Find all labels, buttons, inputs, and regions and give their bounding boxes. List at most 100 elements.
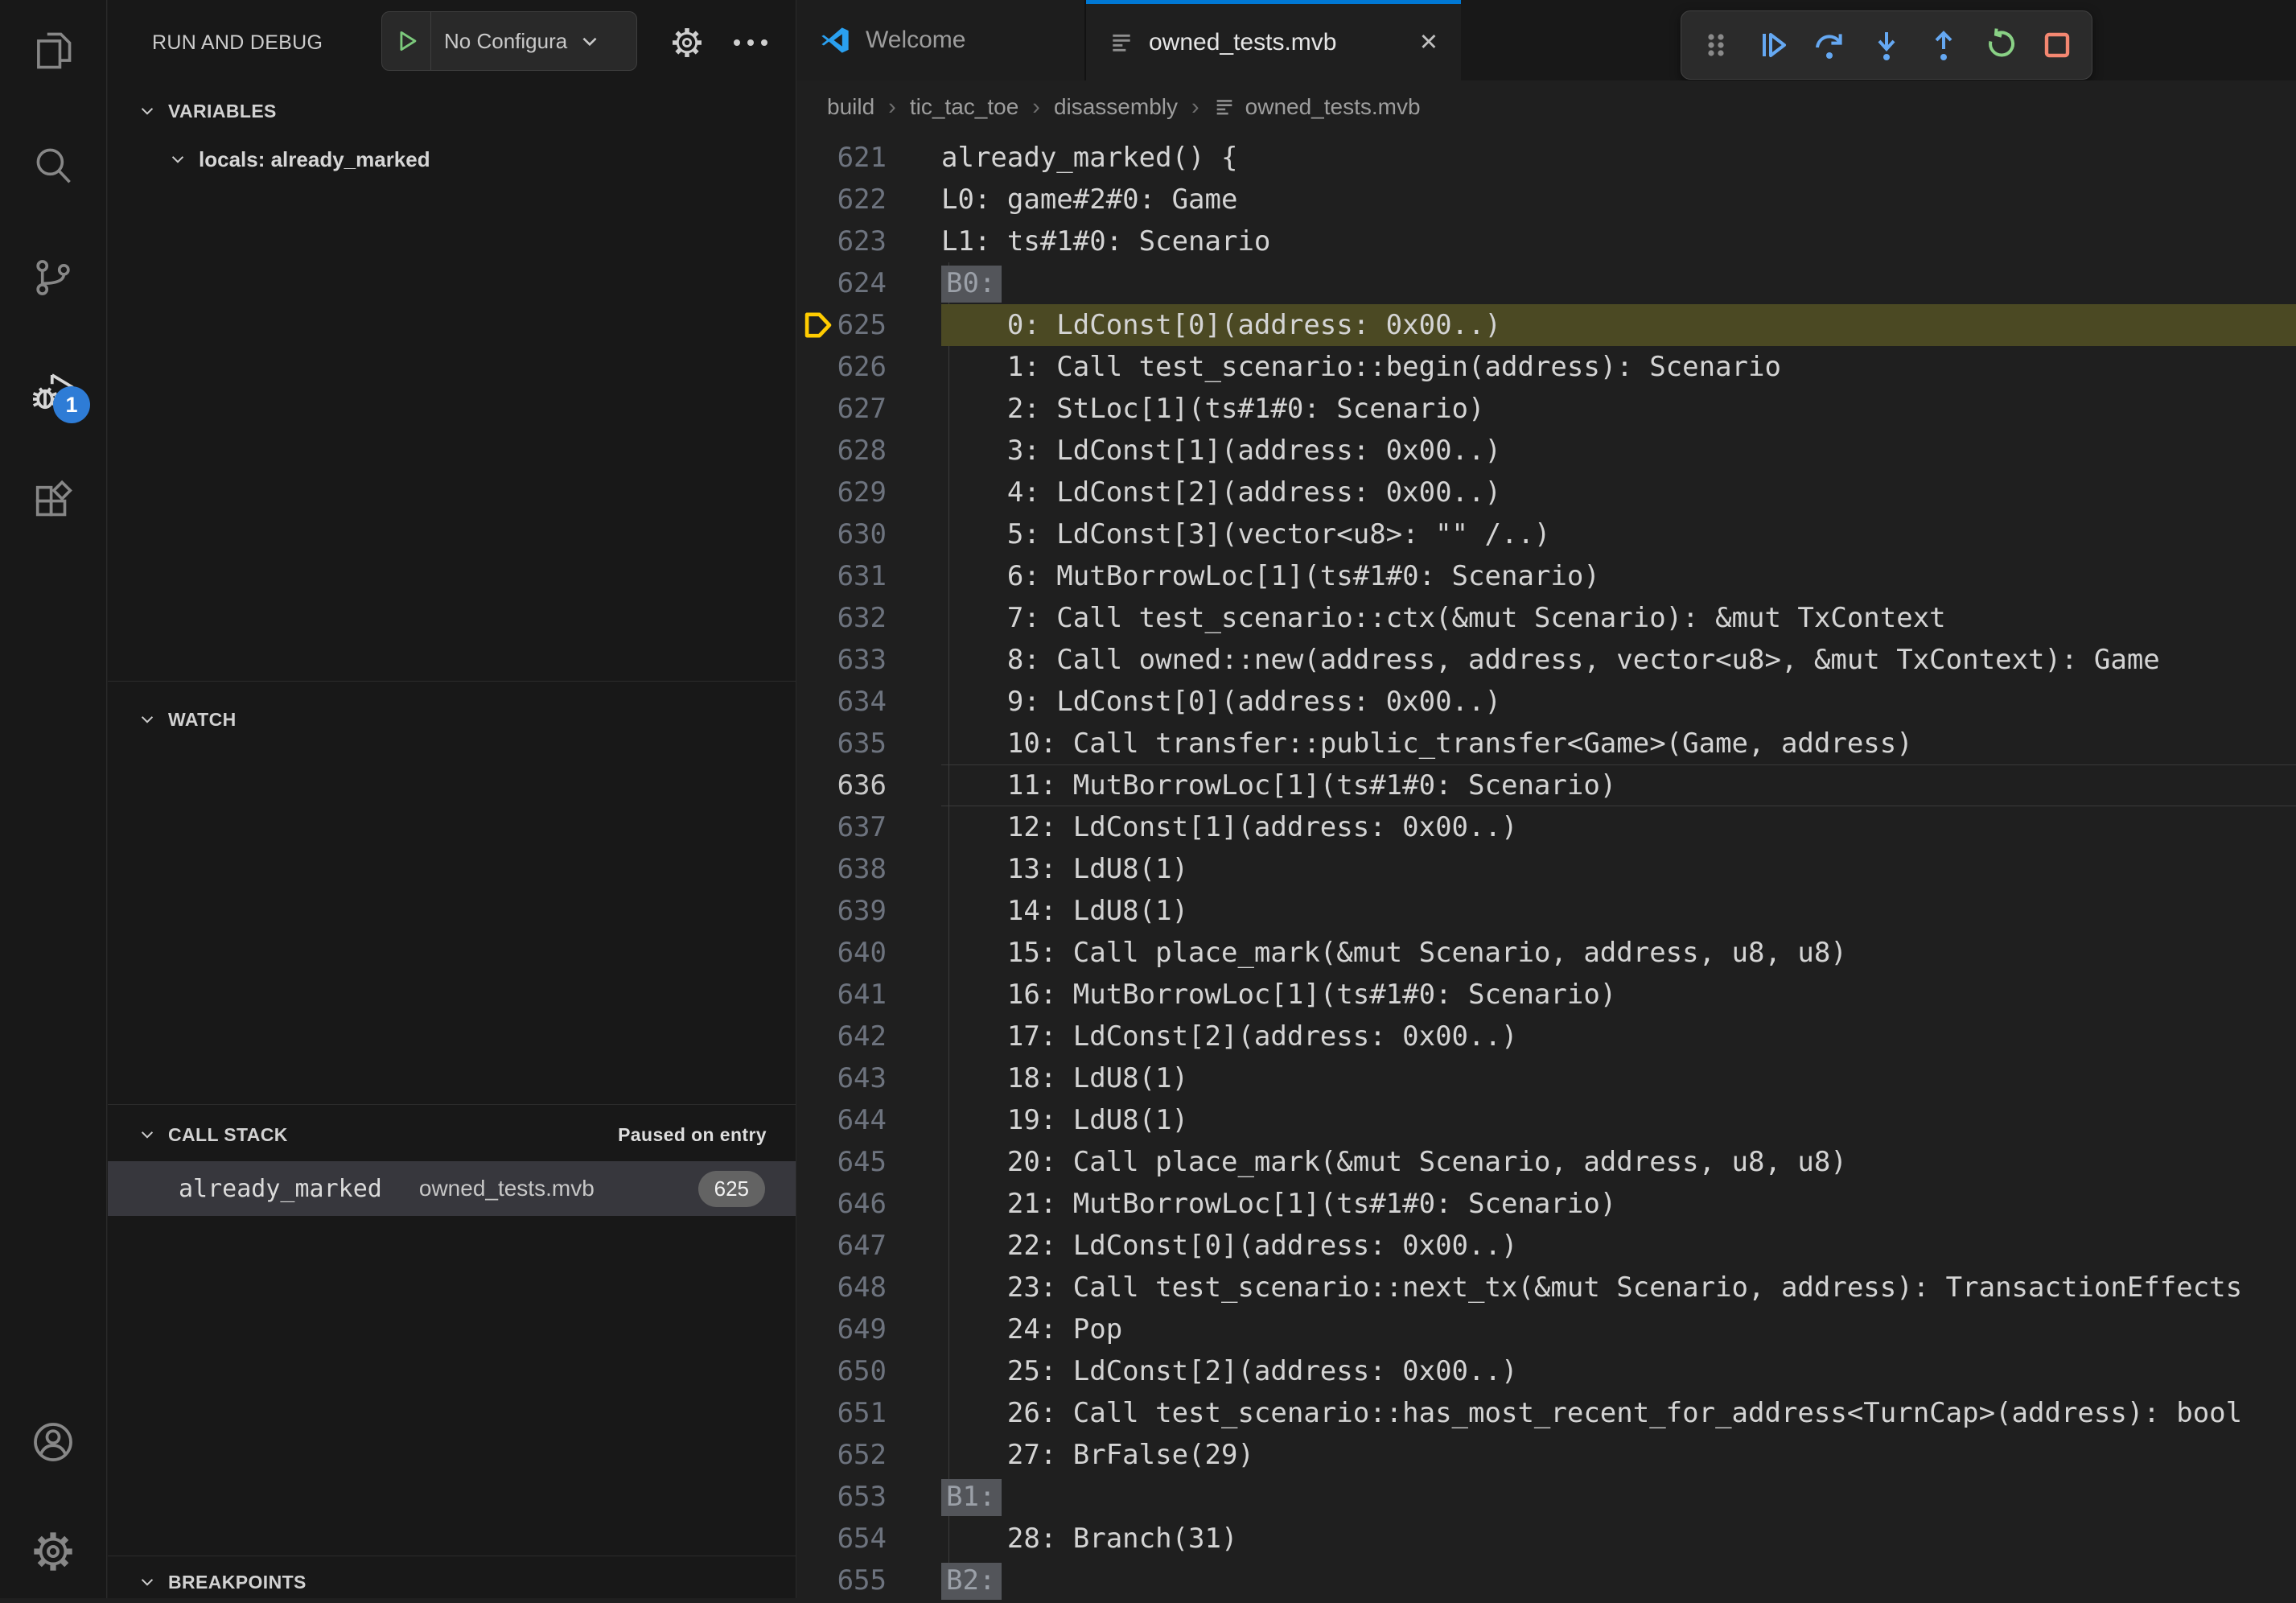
step-out-button[interactable] xyxy=(1920,22,1967,68)
line-number[interactable]: 651 xyxy=(796,1392,901,1434)
line-number[interactable]: 631 xyxy=(796,555,901,597)
code-line-646[interactable]: 646 21: MutBorrowLoc[1](ts#1#0: Scenario… xyxy=(796,1183,2296,1225)
code-line-637[interactable]: 637 12: LdConst[1](address: 0x00..) xyxy=(796,806,2296,848)
search-icon[interactable] xyxy=(0,142,106,188)
code-line-647[interactable]: 647 22: LdConst[0](address: 0x00..) xyxy=(796,1225,2296,1267)
code-line-627[interactable]: 627 2: StLoc[1](ts#1#0: Scenario) xyxy=(796,388,2296,430)
line-number[interactable]: 627 xyxy=(796,388,901,430)
debug-config-dropdown[interactable]: No Configura xyxy=(381,11,637,71)
code-line-631[interactable]: 631 6: MutBorrowLoc[1](ts#1#0: Scenario) xyxy=(796,555,2296,597)
line-number[interactable]: 622 xyxy=(796,179,901,220)
line-number[interactable]: 624 xyxy=(796,262,901,304)
code-line-635[interactable]: 635 10: Call transfer::public_transfer<G… xyxy=(796,723,2296,764)
line-number[interactable]: 653 xyxy=(796,1476,901,1518)
watch-section-header[interactable]: WATCH xyxy=(108,698,796,740)
line-number[interactable]: 647 xyxy=(796,1225,901,1267)
code-line-654[interactable]: 654 28: Branch(31) xyxy=(796,1518,2296,1560)
debug-settings-gear-icon[interactable] xyxy=(669,25,705,60)
breadcrumb-item[interactable]: disassembly xyxy=(1054,94,1178,120)
code-line-632[interactable]: 632 7: Call test_scenario::ctx(&mut Scen… xyxy=(796,597,2296,639)
breakpoints-section-header[interactable]: BREAKPOINTS xyxy=(108,1561,796,1603)
code-line-653[interactable]: 653B1: xyxy=(796,1476,2296,1518)
variables-locals-row[interactable]: locals: already_marked xyxy=(108,138,796,180)
more-actions-icon[interactable] xyxy=(730,35,771,50)
line-number[interactable]: 645 xyxy=(796,1141,901,1183)
line-number[interactable]: 648 xyxy=(796,1267,901,1308)
account-icon[interactable] xyxy=(0,1418,106,1466)
line-number[interactable]: 640 xyxy=(796,932,901,974)
line-number[interactable]: 628 xyxy=(796,430,901,472)
line-number[interactable]: 634 xyxy=(796,681,901,723)
code-line-640[interactable]: 640 15: Call place_mark(&mut Scenario, a… xyxy=(796,932,2296,974)
start-debug-icon[interactable] xyxy=(393,27,421,55)
code-line-625[interactable]: 625 0: LdConst[0](address: 0x00..) xyxy=(796,304,2296,346)
step-over-button[interactable] xyxy=(1806,22,1853,68)
line-number[interactable]: 641 xyxy=(796,974,901,1016)
variables-section-header[interactable]: VARIABLES xyxy=(108,90,796,132)
restart-button[interactable] xyxy=(1977,22,2023,68)
line-number[interactable]: 636 xyxy=(796,764,901,806)
code-line-629[interactable]: 629 4: LdConst[2](address: 0x00..) xyxy=(796,472,2296,513)
code-line-628[interactable]: 628 3: LdConst[1](address: 0x00..) xyxy=(796,430,2296,472)
line-number[interactable]: 632 xyxy=(796,597,901,639)
code-line-621[interactable]: 621already_marked() { xyxy=(796,137,2296,179)
continue-button[interactable] xyxy=(1750,22,1796,68)
code-line-643[interactable]: 643 18: LdU8(1) xyxy=(796,1057,2296,1099)
breadcrumb-file-item[interactable]: owned_tests.mvb xyxy=(1213,94,1421,120)
line-number[interactable]: 650 xyxy=(796,1350,901,1392)
line-number[interactable]: 655 xyxy=(796,1560,901,1601)
code-line-648[interactable]: 648 23: Call test_scenario::next_tx(&mut… xyxy=(796,1267,2296,1308)
code-line-633[interactable]: 633 8: Call owned::new(address, address,… xyxy=(796,639,2296,681)
code-line-645[interactable]: 645 20: Call place_mark(&mut Scenario, a… xyxy=(796,1141,2296,1183)
line-number[interactable]: 654 xyxy=(796,1518,901,1560)
line-number[interactable]: 633 xyxy=(796,639,901,681)
tab-owned-tests[interactable]: owned_tests.mvb ✕ xyxy=(1086,0,1461,80)
line-number[interactable]: 637 xyxy=(796,806,901,848)
line-number[interactable]: 635 xyxy=(796,723,901,764)
code-line-639[interactable]: 639 14: LdU8(1) xyxy=(796,890,2296,932)
tab-welcome[interactable]: Welcome xyxy=(796,0,1086,80)
code-line-634[interactable]: 634 9: LdConst[0](address: 0x00..) xyxy=(796,681,2296,723)
line-number[interactable]: 630 xyxy=(796,513,901,555)
call-stack-frame[interactable]: already_marked owned_tests.mvb 625 xyxy=(108,1161,796,1216)
code-line-644[interactable]: 644 19: LdU8(1) xyxy=(796,1099,2296,1141)
close-icon[interactable]: ✕ xyxy=(1419,28,1438,56)
code-line-624[interactable]: 624B0: xyxy=(796,262,2296,304)
source-control-icon[interactable] xyxy=(0,254,106,301)
line-number[interactable]: 646 xyxy=(796,1183,901,1225)
code-line-650[interactable]: 650 25: LdConst[2](address: 0x00..) xyxy=(796,1350,2296,1392)
run-and-debug-icon[interactable]: 1 xyxy=(0,367,106,415)
code-line-638[interactable]: 638 13: LdU8(1) xyxy=(796,848,2296,890)
breadcrumb-item[interactable]: tic_tac_toe xyxy=(910,94,1018,120)
code-line-630[interactable]: 630 5: LdConst[3](vector<u8>: "" /..) xyxy=(796,513,2296,555)
code-line-636[interactable]: 636 11: MutBorrowLoc[1](ts#1#0: Scenario… xyxy=(796,764,2296,806)
code-line-652[interactable]: 652 27: BrFalse(29) xyxy=(796,1434,2296,1476)
line-number[interactable]: 642 xyxy=(796,1016,901,1057)
line-number[interactable]: 639 xyxy=(796,890,901,932)
code-line-655[interactable]: 655B2: xyxy=(796,1560,2296,1601)
line-number[interactable]: 643 xyxy=(796,1057,901,1099)
line-number[interactable]: 649 xyxy=(796,1308,901,1350)
line-number[interactable]: 638 xyxy=(796,848,901,890)
explorer-icon[interactable] xyxy=(0,27,106,74)
breadcrumb-item[interactable]: build xyxy=(827,94,874,120)
extensions-icon[interactable] xyxy=(0,480,106,526)
line-number[interactable]: 629 xyxy=(796,472,901,513)
stop-button[interactable] xyxy=(2034,22,2080,68)
code-line-626[interactable]: 626 1: Call test_scenario::begin(address… xyxy=(796,346,2296,388)
code-line-651[interactable]: 651 26: Call test_scenario::has_most_rec… xyxy=(796,1392,2296,1434)
line-number[interactable]: 644 xyxy=(796,1099,901,1141)
settings-gear-icon[interactable] xyxy=(0,1528,106,1575)
line-number[interactable]: 626 xyxy=(796,346,901,388)
line-number[interactable]: 652 xyxy=(796,1434,901,1476)
step-into-button[interactable] xyxy=(1863,22,1910,68)
drag-grip-icon[interactable] xyxy=(1693,22,1739,68)
call-stack-section-header[interactable]: CALL STACK Paused on entry xyxy=(108,1114,796,1156)
code-line-623[interactable]: 623L1: ts#1#0: Scenario xyxy=(796,220,2296,262)
code-line-622[interactable]: 622L0: game#2#0: Game xyxy=(796,179,2296,220)
line-number[interactable]: 625 xyxy=(796,304,901,346)
line-number[interactable]: 623 xyxy=(796,220,901,262)
code-line-642[interactable]: 642 17: LdConst[2](address: 0x00..) xyxy=(796,1016,2296,1057)
code-line-641[interactable]: 641 16: MutBorrowLoc[1](ts#1#0: Scenario… xyxy=(796,974,2296,1016)
line-number[interactable]: 621 xyxy=(796,137,901,179)
